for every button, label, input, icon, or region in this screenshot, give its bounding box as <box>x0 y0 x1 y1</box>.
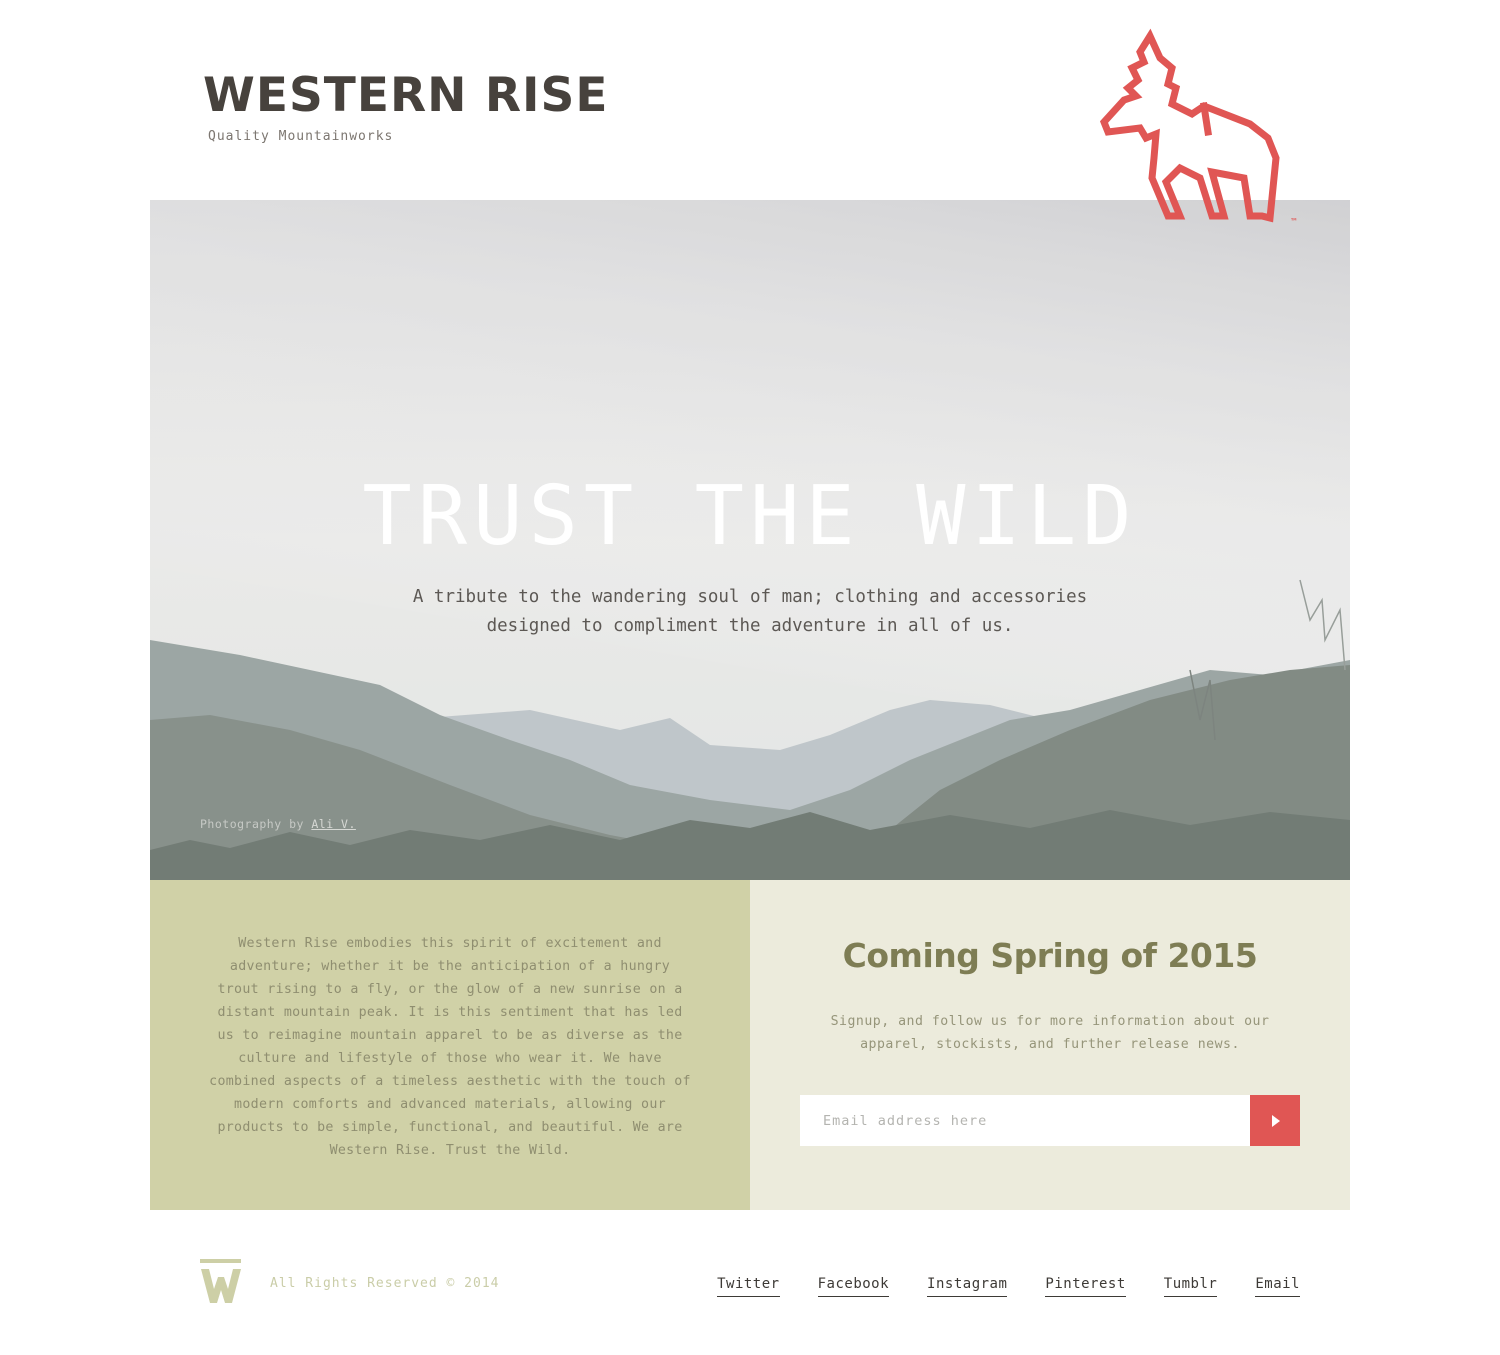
signup-panel: Coming Spring of 2015 Signup, and follow… <box>750 880 1350 1210</box>
email-input[interactable] <box>800 1095 1250 1146</box>
facebook-link[interactable]: Facebook <box>817 1276 890 1297</box>
hero-subtitle: A tribute to the wandering soul of man; … <box>412 587 1088 636</box>
tumblr-link[interactable]: Tumblr <box>1163 1276 1218 1297</box>
copyright-text: All Rights Reserved © 2014 <box>270 1276 500 1291</box>
photo-credit: Photography by Ali V. <box>200 817 356 831</box>
about-text: Western Rise embodies this spirit of exc… <box>209 936 691 1158</box>
photo-credit-prefix: Photography by <box>200 817 312 831</box>
w-logo-icon[interactable] <box>200 1259 242 1304</box>
svg-text:™: ™ <box>1290 217 1298 226</box>
signup-heading: Coming Spring of 2015 <box>842 936 1258 975</box>
about-panel: Western Rise embodies this spirit of exc… <box>150 880 750 1210</box>
pinterest-link[interactable]: Pinterest <box>1045 1276 1126 1297</box>
instagram-link[interactable]: Instagram <box>927 1276 1008 1297</box>
photographer-link[interactable]: Ali V. <box>311 817 356 831</box>
brand[interactable]: WESTERN RISE ™ Quality Mountainworks <box>203 72 609 144</box>
email-link[interactable]: Email <box>1255 1276 1300 1297</box>
submit-button[interactable] <box>1250 1095 1300 1146</box>
social-links: Twitter Facebook Instagram Pinterest Tum… <box>717 1276 1300 1297</box>
trademark-mark: ™ <box>582 76 590 85</box>
twitter-link[interactable]: Twitter <box>717 1276 780 1297</box>
brand-tagline: Quality Mountainworks <box>208 129 394 144</box>
hero-banner: TRUST THE WILD A tribute to the wanderin… <box>150 200 1350 880</box>
brand-name[interactable]: WESTERN RISE <box>203 72 609 119</box>
play-icon <box>1272 1114 1280 1127</box>
moose-icon: ™ <box>1100 28 1298 226</box>
signup-text: Signup, and follow us for more informati… <box>830 1014 1270 1052</box>
hero-title: TRUST THE WILD <box>362 469 1138 564</box>
